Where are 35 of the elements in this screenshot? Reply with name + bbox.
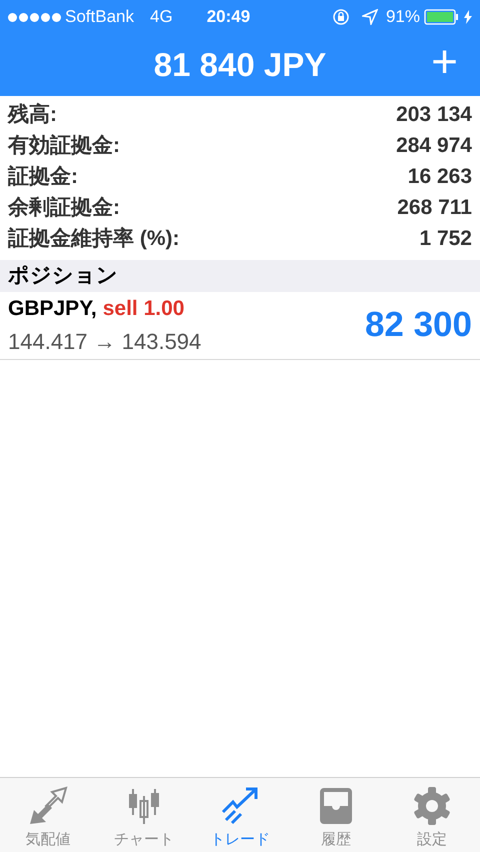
summary-label: 残高: bbox=[8, 102, 57, 128]
position-row[interactable]: GBPJPY, sell 1.00 144.417 → 143.594 82 300 bbox=[0, 292, 480, 360]
carrier-name: SoftBank bbox=[65, 6, 134, 28]
summary-label: 証拠金維持率 (%): bbox=[8, 226, 180, 252]
add-button[interactable]: + bbox=[431, 38, 458, 84]
battery-icon bbox=[424, 8, 460, 26]
tab-button[interactable]: 気配値 bbox=[0, 778, 96, 852]
clock-time: 20:49 bbox=[206, 6, 250, 28]
summary-value: 16 263 bbox=[408, 164, 472, 190]
summary-value: 203 134 bbox=[396, 102, 472, 128]
order-type: sell 1.00 bbox=[102, 296, 184, 322]
section-header: ポジション bbox=[8, 263, 118, 290]
tab-button[interactable]: トレード bbox=[192, 778, 288, 852]
summary-label: 有効証拠金: bbox=[8, 132, 120, 159]
tab-button[interactable]: 設定 bbox=[384, 778, 480, 852]
summary-value: 284 974 bbox=[396, 132, 472, 159]
double-arrow-icon bbox=[28, 786, 68, 826]
signal-icon bbox=[8, 12, 61, 22]
rotation-lock-icon bbox=[332, 8, 350, 26]
location-arrow-icon bbox=[362, 9, 378, 25]
summary-value: 1 752 bbox=[419, 226, 472, 252]
trend-arrow-icon bbox=[220, 786, 260, 826]
equity-title: 81 840 JPY bbox=[154, 45, 326, 86]
price-range: 144.417 → 143.594 bbox=[8, 328, 202, 356]
profit-value: 82 300 bbox=[364, 304, 472, 346]
charging-icon bbox=[464, 10, 472, 24]
tab-button[interactable]: チャート bbox=[96, 778, 192, 852]
symbol-name: GBPJPY, bbox=[8, 296, 97, 322]
summary-label: 余剰証拠金: bbox=[8, 194, 120, 221]
network-type: 4G bbox=[150, 6, 173, 28]
summary-value: 268 711 bbox=[397, 194, 472, 221]
battery-percent: 91% bbox=[386, 6, 420, 28]
summary-label: 証拠金: bbox=[8, 164, 78, 190]
tab-button[interactable]: 履歴 bbox=[288, 778, 384, 852]
settings-icon bbox=[412, 786, 452, 826]
